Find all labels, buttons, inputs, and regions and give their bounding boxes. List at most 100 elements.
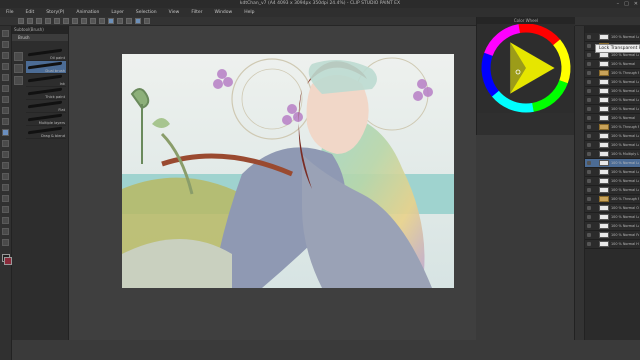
layer-folder[interactable]: 100 % Through Folder: [585, 69, 640, 78]
eye-icon[interactable]: [587, 134, 591, 138]
maximize-icon[interactable]: □: [624, 0, 629, 8]
gradient-tool-icon[interactable]: [2, 195, 9, 202]
layer-row[interactable]: 100 % Multiply Layer 5: [585, 150, 640, 159]
eye-icon[interactable]: [587, 35, 591, 39]
blend-tool-icon[interactable]: [2, 173, 9, 180]
selection-tool-icon[interactable]: [2, 74, 9, 81]
pen-tool-icon[interactable]: [2, 107, 9, 114]
snap-grid-icon[interactable]: [117, 18, 123, 24]
eye-icon[interactable]: [587, 215, 591, 219]
brush-item[interactable]: Thick paint: [26, 87, 66, 100]
layer-folder[interactable]: 100 % Through Folder: [585, 195, 640, 204]
canvas-artwork[interactable]: [122, 54, 454, 288]
brush-item[interactable]: Multiple layers: [26, 113, 66, 126]
auto-select-tool-icon[interactable]: [2, 85, 9, 92]
figure-tool-icon[interactable]: [2, 206, 9, 213]
eye-icon[interactable]: [587, 116, 591, 120]
airbrush-tool-icon[interactable]: [2, 140, 9, 147]
ruler-tool-icon[interactable]: [2, 228, 9, 235]
new-file-icon[interactable]: [18, 18, 24, 24]
brush-item[interactable]: Dual brush: [26, 61, 66, 74]
eye-icon[interactable]: [587, 179, 591, 183]
eye-icon[interactable]: [587, 233, 591, 237]
close-icon[interactable]: ✕: [634, 0, 638, 8]
menu-item-animation[interactable]: Animation: [70, 10, 105, 15]
layer-row[interactable]: 100 % Normal Layer 3: [585, 222, 640, 231]
transform-icon[interactable]: [72, 18, 78, 24]
eye-icon[interactable]: [587, 53, 591, 57]
eye-icon[interactable]: [587, 89, 591, 93]
eye-icon[interactable]: [587, 98, 591, 102]
layer-row[interactable]: 100 % Normal: [585, 60, 640, 69]
layer-row[interactable]: 100 % Normal Folder 3 Cloth: [585, 231, 640, 240]
layer-row[interactable]: 100 % Normal Layer 21: [585, 33, 640, 42]
layer-row[interactable]: 100 % Normal Overlayer: [585, 204, 640, 213]
color-wheel[interactable]: [477, 23, 575, 114]
layer-row[interactable]: 100 % Normal Layer 17: [585, 96, 640, 105]
eye-icon[interactable]: [587, 71, 591, 75]
move-tool-icon[interactable]: [2, 41, 9, 48]
show-selection-icon[interactable]: [99, 18, 105, 24]
eye-icon[interactable]: [587, 80, 591, 84]
layer-row[interactable]: 100 % Normal Layer 19: [585, 78, 640, 87]
fill-tool-icon[interactable]: [2, 184, 9, 191]
pencil-tool-icon[interactable]: [2, 118, 9, 125]
layer-row[interactable]: 100 % Normal Layer 8: [585, 132, 640, 141]
eye-icon[interactable]: [587, 62, 591, 66]
eye-icon[interactable]: [587, 242, 591, 246]
redo-icon[interactable]: [54, 18, 60, 24]
text-tool-icon[interactable]: [2, 239, 9, 246]
color-sliders[interactable]: [477, 113, 575, 135]
move-layer-tool-icon[interactable]: [2, 63, 9, 70]
invert-selection-icon[interactable]: [90, 18, 96, 24]
clear-icon[interactable]: [63, 18, 69, 24]
eraser-tool-icon[interactable]: [2, 162, 9, 169]
eye-icon[interactable]: [587, 188, 591, 192]
layer-row[interactable]: 100 % Normal Layer 10 Cloth: [585, 186, 640, 195]
brush-item[interactable]: Oil paint: [26, 48, 66, 61]
deselect-icon[interactable]: [81, 18, 87, 24]
snap-ruler-icon[interactable]: [108, 18, 114, 24]
clip-studio-icon[interactable]: [135, 18, 141, 24]
layer-row[interactable]: 100 % Normal: [585, 114, 640, 123]
eye-icon[interactable]: [587, 143, 591, 147]
settings-icon[interactable]: [144, 18, 150, 24]
eye-icon[interactable]: [587, 206, 591, 210]
open-icon[interactable]: [27, 18, 33, 24]
eye-icon[interactable]: [587, 197, 591, 201]
brush-tool-icon[interactable]: [2, 129, 9, 136]
brush-item[interactable]: Ink: [26, 74, 66, 87]
menu-item-story-p-[interactable]: Story(P): [40, 10, 70, 15]
eyedropper-tool-icon[interactable]: [2, 96, 9, 103]
zoom-tool-icon[interactable]: [2, 30, 9, 37]
save-icon[interactable]: [36, 18, 42, 24]
brush-group-icon[interactable]: [14, 52, 23, 61]
layer-row[interactable]: 100 % Normal Layer 12: [585, 168, 640, 177]
eye-icon[interactable]: [587, 107, 591, 111]
menu-item-selection[interactable]: Selection: [130, 10, 163, 15]
layer-row[interactable]: 100 % Normal Layer 4: [585, 213, 640, 222]
brush-item[interactable]: Drag & blend: [26, 126, 66, 139]
undo-icon[interactable]: [45, 18, 51, 24]
eye-icon[interactable]: [587, 44, 591, 48]
menu-item-window[interactable]: Window: [208, 10, 238, 15]
minimize-icon[interactable]: –: [617, 0, 620, 8]
menu-item-view[interactable]: View: [163, 10, 186, 15]
eye-icon[interactable]: [587, 152, 591, 156]
menu-item-filter[interactable]: Filter: [185, 10, 208, 15]
menu-item-help[interactable]: Help: [238, 10, 260, 15]
eye-icon[interactable]: [587, 170, 591, 174]
frame-tool-icon[interactable]: [2, 217, 9, 224]
watercolor-group-icon[interactable]: [14, 64, 23, 73]
ink-group-icon[interactable]: [14, 76, 23, 85]
eye-icon[interactable]: [587, 161, 591, 165]
operation-tool-icon[interactable]: [2, 52, 9, 59]
menu-item-file[interactable]: File: [0, 10, 20, 15]
layer-row[interactable]: 100 % Normal Layer 18: [585, 87, 640, 96]
brush-item[interactable]: Flat: [26, 100, 66, 113]
layer-row[interactable]: 100 % Normal Hair_01: [585, 240, 640, 249]
layer-row[interactable]: 100 % Normal Layer 11 Cloth: [585, 177, 640, 186]
menu-item-layer[interactable]: Layer: [105, 10, 130, 15]
snap-perspective-icon[interactable]: [126, 18, 132, 24]
decoration-tool-icon[interactable]: [2, 151, 9, 158]
